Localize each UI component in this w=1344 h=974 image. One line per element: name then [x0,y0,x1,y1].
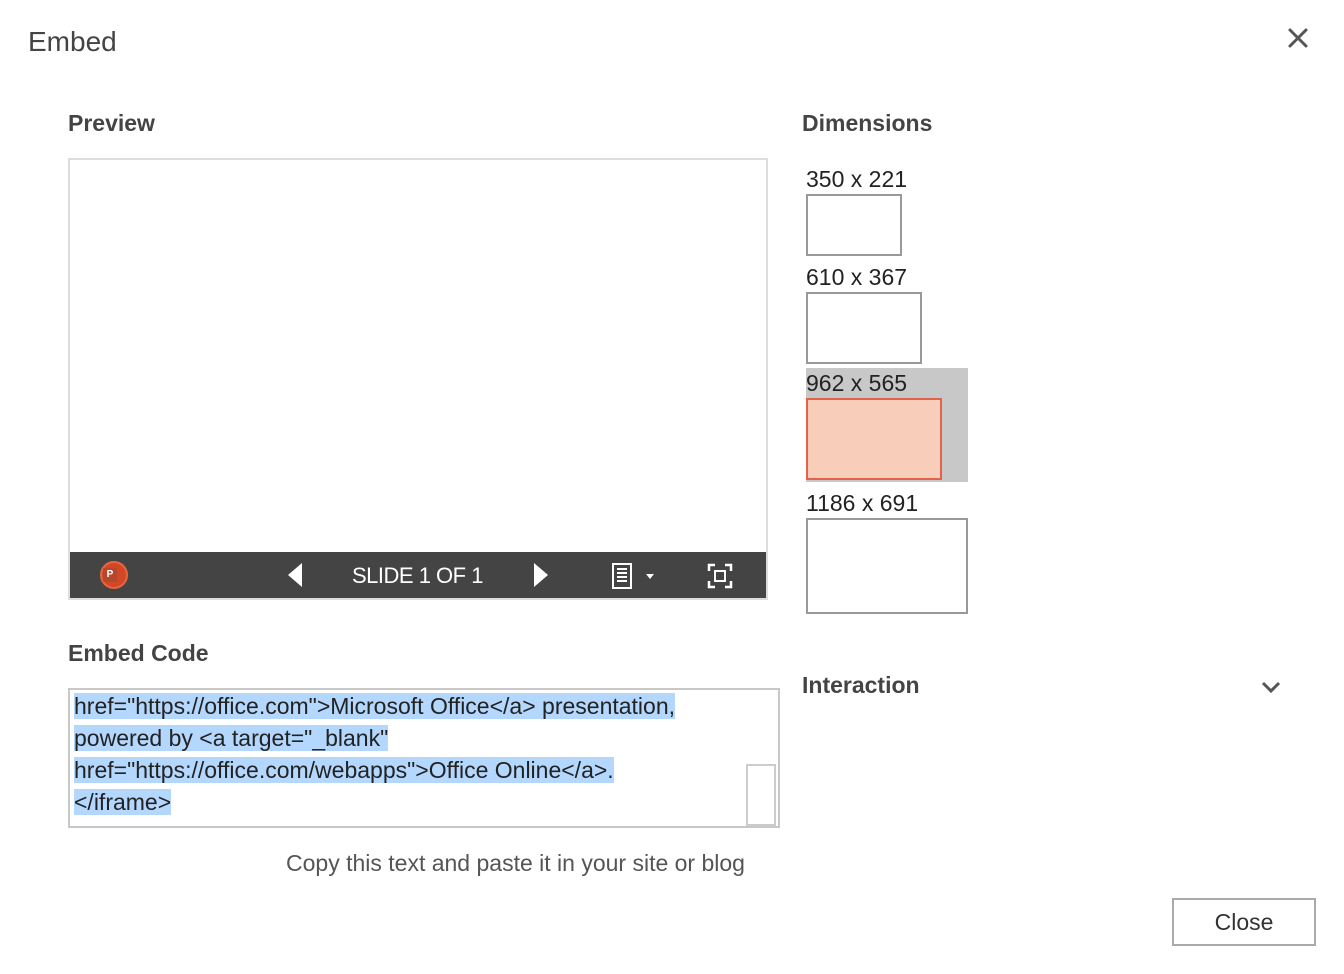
slide-preview[interactable]: P SLIDE 1 OF 1 [68,158,768,600]
embed-code-line: powered by <a target="_blank" [74,725,389,751]
dimension-option-350x221[interactable]: 350 x 221 [806,164,907,256]
powerpoint-logo-icon[interactable]: P [100,561,128,589]
previous-slide-icon[interactable] [288,563,302,587]
dimensions-heading: Dimensions [802,110,933,136]
dimension-preview-box [806,518,968,614]
embed-code-content: href="https://office.com">Microsoft Offi… [74,690,744,818]
dimension-label: 962 x 565 [806,370,908,396]
fullscreen-icon[interactable] [706,562,734,590]
close-icon[interactable] [1282,22,1314,54]
powerpoint-badge: P [103,568,117,582]
embed-code-line: href="https://office.com/webapps">Office… [74,757,614,783]
dimension-label: 610 x 367 [806,264,908,290]
notes-menu-icon[interactable] [610,562,660,590]
dialog-title: Embed [28,26,117,57]
next-slide-icon[interactable] [534,563,548,587]
dimension-label: 1186 x 691 [806,490,919,516]
embed-code-scrollbar[interactable] [746,764,776,826]
dimension-preview-box [806,292,922,364]
slide-toolbar: P SLIDE 1 OF 1 [70,552,766,598]
dimension-option-962x565[interactable]: 962 x 565 [806,368,968,482]
embed-code-textarea[interactable]: href="https://office.com">Microsoft Offi… [68,688,780,828]
dimension-preview-box [806,194,902,256]
chevron-down-icon[interactable] [1258,674,1284,700]
slide-counter: SLIDE 1 OF 1 [352,563,483,588]
embed-code-heading: Embed Code [68,640,209,666]
close-x-glyph [1288,28,1308,48]
dimension-label: 350 x 221 [806,166,908,192]
dimension-preview-box [806,398,942,480]
embed-code-line: </iframe> [74,789,172,815]
dimension-option-1186x691[interactable]: 1186 x 691 [806,488,968,614]
interaction-heading[interactable]: Interaction [802,672,920,699]
close-button[interactable]: Close [1172,898,1316,946]
dimension-option-610x367[interactable]: 610 x 367 [806,262,922,364]
embed-code-line: href="https://office.com">Microsoft Offi… [74,693,676,719]
preview-heading: Preview [68,110,155,136]
embed-code-helper-text: Copy this text and paste it in your site… [286,850,745,876]
